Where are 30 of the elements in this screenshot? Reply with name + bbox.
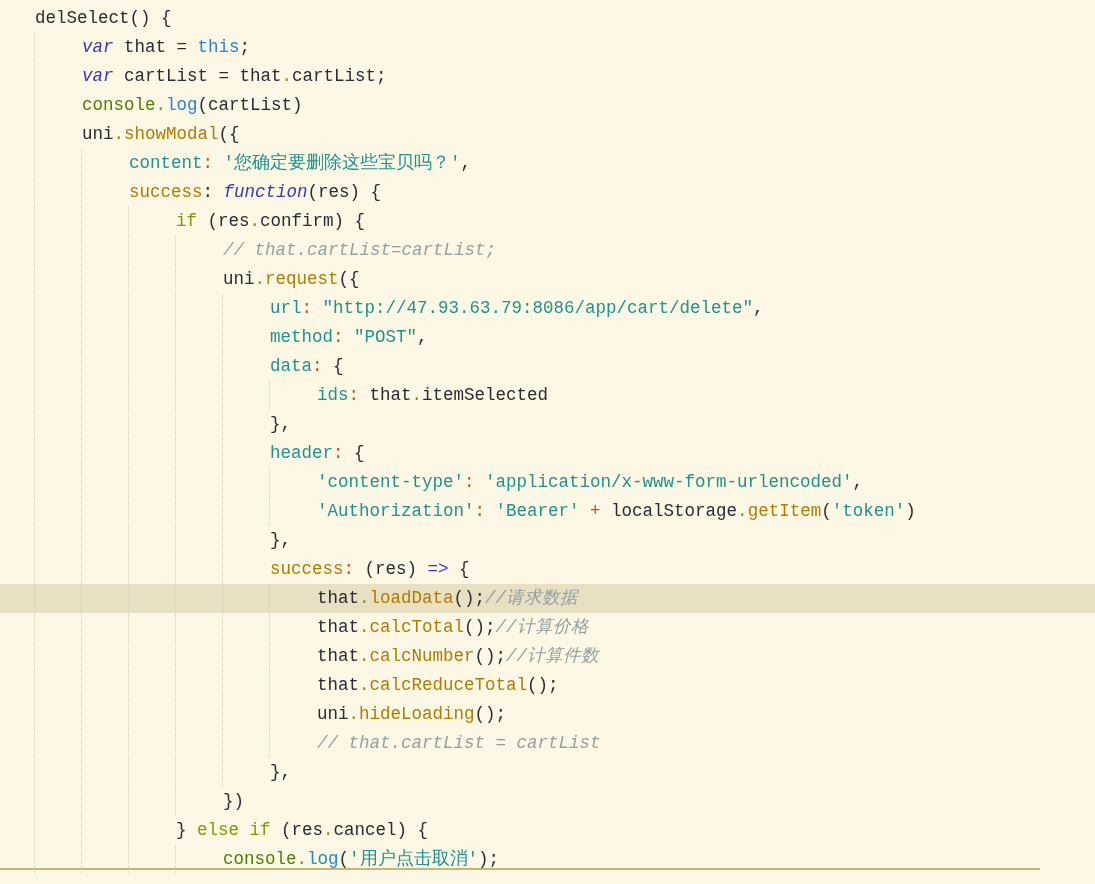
code-line: uni.showModal({ <box>82 123 240 146</box>
code-line: that.calcTotal();//计算价格 <box>317 616 589 639</box>
code-line: uni.hideLoading(); <box>317 703 507 726</box>
code-line: }, <box>270 761 291 784</box>
code-line: var cartList = that.cartList; <box>82 65 387 88</box>
code-line: that.calcNumber();//计算件数 <box>317 645 600 668</box>
code-line: success: function(res) { <box>129 181 382 204</box>
code-line: content: '您确定要删除这些宝贝吗？', <box>129 152 472 175</box>
code-line: url: "http://47.93.63.79:8086/app/cart/delete", <box>270 297 764 320</box>
code-line: console.log(cartList) <box>82 94 303 117</box>
code-line: }, <box>270 413 291 436</box>
code-line: } else if (res.cancel) { <box>176 819 429 842</box>
code-line: data: { <box>270 355 344 378</box>
code-line: 'content-type': 'application/x-www-form-urlencoded', <box>317 471 864 494</box>
code-line: if (res.confirm) { <box>176 210 366 233</box>
code-line: header: { <box>270 442 365 465</box>
code-line: // that.cartList=cartList; <box>223 239 497 262</box>
code-line: uni.request({ <box>223 268 360 291</box>
code-line: // that.cartList = cartList <box>317 732 601 755</box>
code-line: success: (res) => { <box>270 558 470 581</box>
code-line: 'Authorization': 'Bearer' + localStorage.getItem('token') <box>317 500 916 523</box>
code-line: console.log('用户点击取消'); <box>223 848 500 871</box>
code-line: delSelect() { <box>35 7 172 30</box>
code-line: }, <box>270 529 291 552</box>
code-line: that.calcReduceTotal(); <box>317 674 559 697</box>
code-line: ids: that.itemSelected <box>317 384 549 407</box>
code-line: that.loadData();//请求数据 <box>317 587 579 610</box>
code-line: }) <box>223 790 244 813</box>
code-line: method: "POST", <box>270 326 428 349</box>
code-line: var that = this; <box>82 36 251 59</box>
